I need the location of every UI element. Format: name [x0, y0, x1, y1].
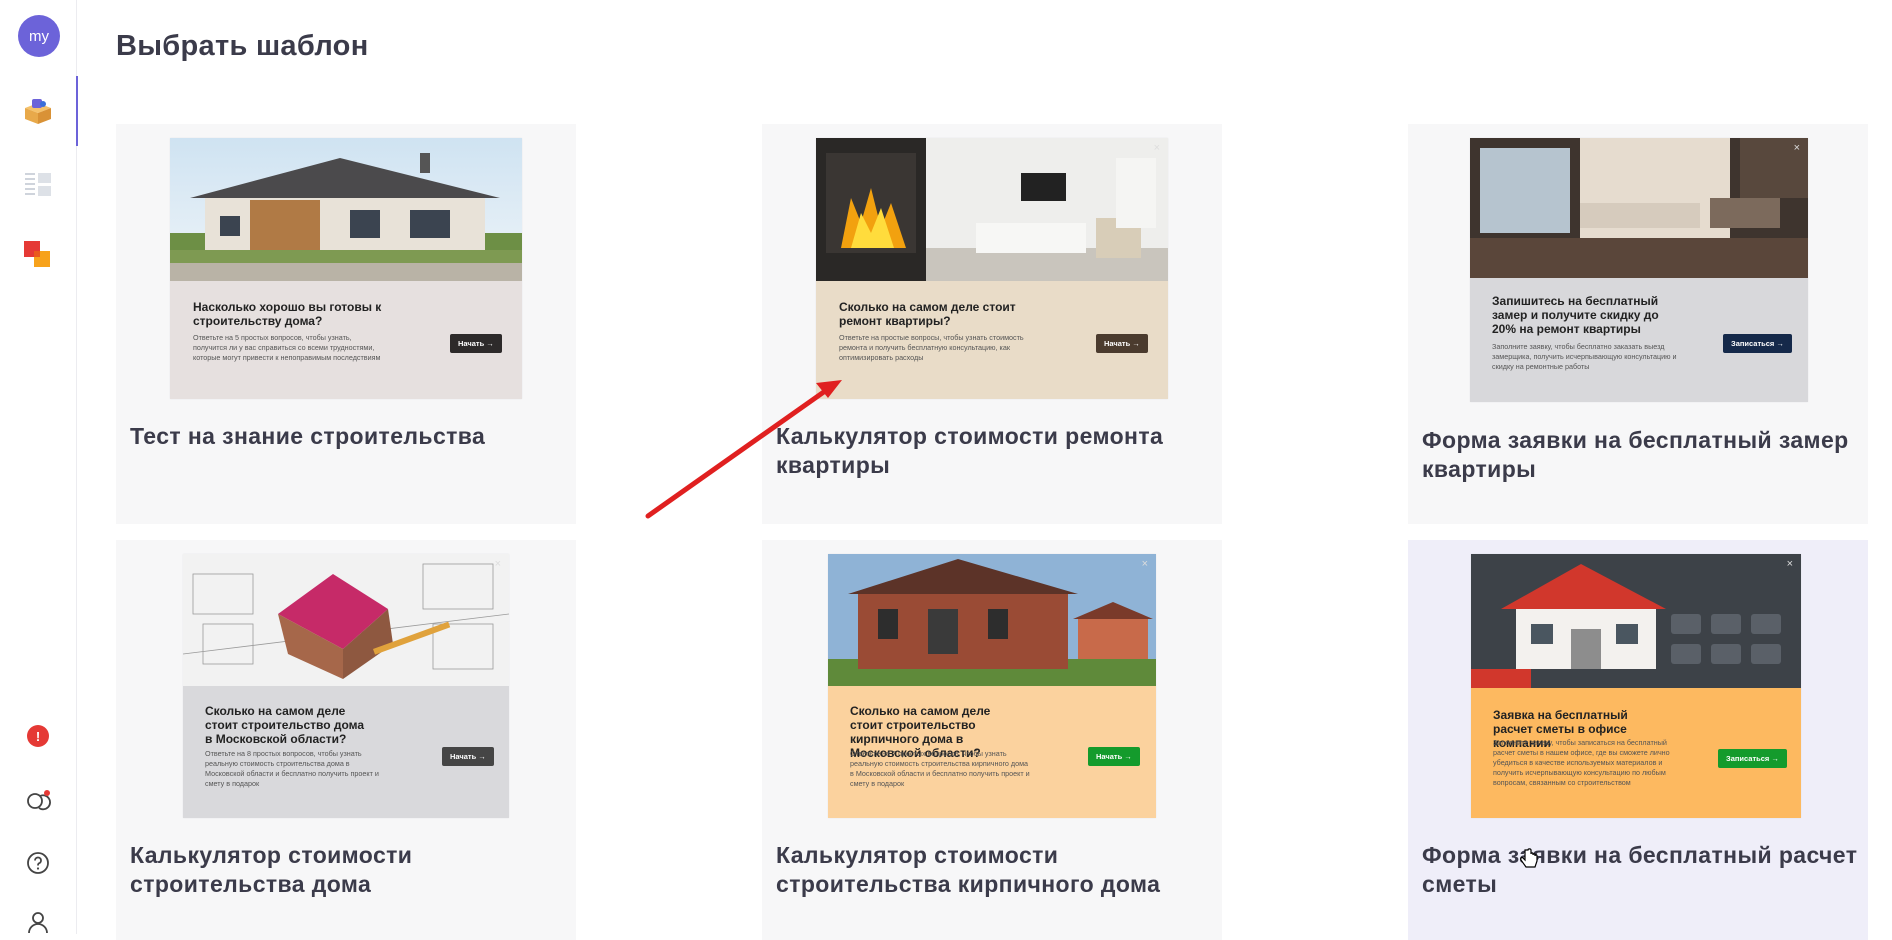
template-card[interactable]: × Сколько на самом деле стоит строительс…	[116, 540, 576, 940]
preview-panel-title: Запишитесь на бесплатный замер и получит…	[1492, 294, 1659, 336]
preview-signup-button: Записаться →	[1723, 334, 1792, 353]
preview-panel-desc: Ответьте на простые вопросы, чтобы узнат…	[839, 333, 1024, 362]
preview-panel-title: Сколько на самом деле стоит строительств…	[205, 704, 365, 746]
brick-house-photo	[828, 554, 1156, 686]
chat-icon[interactable]	[24, 788, 52, 816]
preview-panel: Сколько на самом деле стоит строительств…	[183, 686, 509, 818]
template-card[interactable]: × Сколько на самом деле стоит строительс…	[762, 540, 1222, 940]
template-card[interactable]: × Запишитесь на бесплатный замер и получ…	[1408, 124, 1868, 524]
page-title: Выбрать шаблон	[116, 30, 369, 62]
templates-box-icon	[25, 99, 51, 124]
color-blocks-icon	[24, 241, 50, 267]
template-card[interactable]: × Сколько на самом деле стоит ремонт ква…	[762, 124, 1222, 524]
help-icon[interactable]	[24, 849, 52, 877]
avatar[interactable]: my	[18, 15, 60, 57]
preview-start-button: Начать →	[1088, 747, 1140, 766]
alert-icon[interactable]: !	[27, 725, 49, 747]
template-card[interactable]: × Заявка на бесплатный расчет сметы в оф…	[1408, 540, 1868, 940]
preview-panel: Запишитесь на бесплатный замер и получит…	[1470, 278, 1808, 402]
preview-panel: Насколько хорошо вы готовы к строительст…	[170, 281, 522, 399]
house-photo	[170, 138, 522, 281]
living-room-photo	[1470, 138, 1808, 278]
list-grid-icon	[25, 173, 51, 196]
nav-integrations[interactable]	[0, 220, 76, 290]
preview-panel-title: Сколько на самом деле стоит ремонт кварт…	[839, 300, 1016, 328]
preview-panel: Сколько на самом деле стоит строительств…	[828, 686, 1156, 818]
template-preview: × Заявка на бесплатный расчет сметы в оф…	[1471, 554, 1801, 818]
close-icon: ×	[1786, 558, 1793, 570]
house-model-photo	[183, 554, 509, 686]
template-card[interactable]: Насколько хорошо вы готовы к строительст…	[116, 124, 576, 524]
preview-panel-title: Насколько хорошо вы готовы к строительст…	[193, 300, 382, 328]
template-preview: × Сколько на самом деле стоит строительс…	[828, 554, 1156, 818]
nav-list[interactable]	[0, 150, 76, 220]
house-calculator-photo	[1471, 554, 1801, 688]
hand-cursor-icon	[1520, 848, 1538, 868]
close-icon: ×	[1793, 142, 1800, 154]
preview-start-button: Начать →	[442, 747, 494, 766]
preview-start-button: Начать →	[450, 334, 502, 353]
card-title: Форма заявки на бесплатный расчет сметы	[1422, 842, 1858, 897]
preview-panel-desc: Ответьте на 5 простых вопросов, чтобы уз…	[193, 333, 381, 362]
sidebar: my !	[0, 0, 78, 936]
nav-templates[interactable]	[0, 76, 78, 146]
preview-panel: Сколько на самом деле стоит ремонт кварт…	[816, 281, 1168, 399]
close-icon: ×	[494, 558, 501, 570]
card-title: Калькулятор стоимости строительства дома	[130, 842, 413, 897]
preview-signup-button: Записаться →	[1718, 749, 1787, 768]
preview-panel: Заявка на бесплатный расчет сметы в офис…	[1471, 688, 1801, 818]
card-title: Форма заявки на бесплатный замер квартир…	[1422, 427, 1849, 482]
preview-panel-desc: Заполните заявку, чтобы бесплатно заказа…	[1492, 342, 1677, 371]
preview-panel-desc: Ответьте на 8 простых вопросов, чтобы уз…	[205, 749, 379, 788]
preview-panel-desc: Заполните заявку, чтобы записаться на бе…	[1493, 738, 1670, 787]
fireplace-photo	[816, 138, 1168, 281]
preview-start-button: Начать →	[1096, 334, 1148, 353]
card-title: Калькулятор стоимости ремонта квартиры	[776, 423, 1164, 478]
template-preview: Насколько хорошо вы готовы к строительст…	[170, 138, 522, 399]
card-title: Калькулятор стоимости строительства кирп…	[776, 842, 1161, 897]
template-preview: × Запишитесь на бесплатный замер и получ…	[1470, 138, 1808, 402]
template-preview: × Сколько на самом деле стоит ремонт ква…	[816, 138, 1168, 399]
close-icon: ×	[1141, 558, 1148, 570]
template-preview: × Сколько на самом деле стоит строительс…	[183, 554, 509, 818]
close-icon: ×	[1153, 142, 1160, 154]
card-title: Тест на знание строительства	[130, 423, 486, 449]
user-icon[interactable]	[24, 908, 52, 936]
preview-panel-desc: Ответьте на 7 простых вопросов, чтобы уз…	[850, 749, 1030, 788]
